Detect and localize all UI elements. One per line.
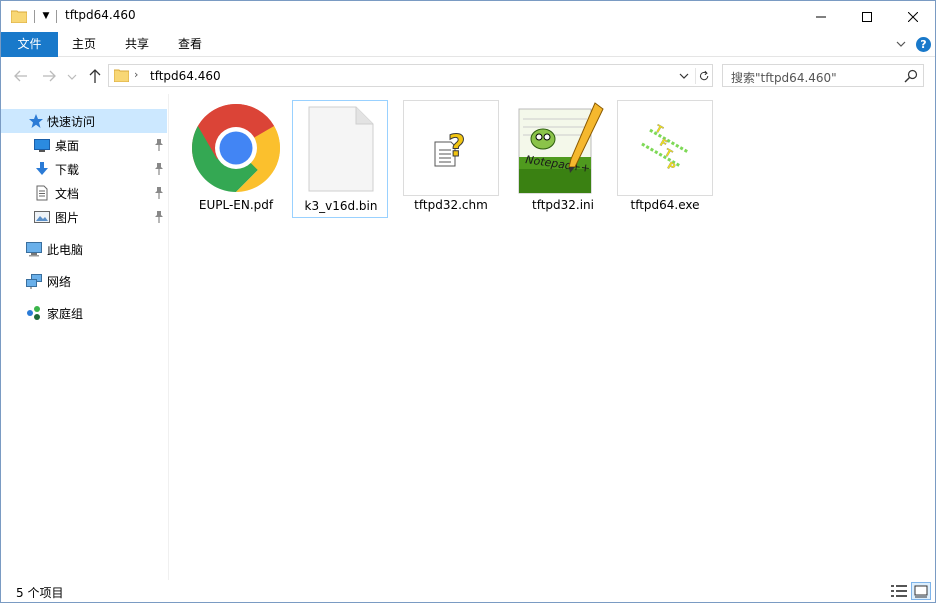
document-icon [36,185,48,201]
file-name: tftpd32.ini [531,198,594,212]
large-icons-view-icon [914,585,928,598]
search-placeholder: 搜索"tftpd64.460" [731,71,837,85]
file-list-view: EUPL-EN.pdf k3_v16d.bin ? tftpd32.chm No… [170,94,935,580]
pin-icon[interactable] [153,210,165,224]
sidebar-item-network[interactable]: 网络 [1,269,167,293]
desktop-icon [34,139,50,152]
network-icon [26,274,42,289]
tab-share[interactable]: 共享 [110,32,164,57]
separator [56,10,57,23]
status-bar: 5 个项目 [1,580,935,602]
details-view-icon[interactable] [890,583,908,599]
sidebar-item-label: 快速访问 [47,115,96,129]
minimize-button[interactable] [798,1,844,32]
sidebar-item-label: 下载 [55,163,80,177]
file-item[interactable]: T F T P tftpd64.exe [617,100,713,218]
breadcrumb-chevron-icon[interactable]: › [134,68,138,81]
file-name: tftpd32.chm [414,198,488,212]
file-item[interactable]: Notepad++ tftpd32.ini [515,100,611,218]
svg-text:?: ? [448,129,465,164]
file-item[interactable]: ? tftpd32.chm [403,100,499,218]
tab-file[interactable]: 文件 [1,32,58,57]
computer-icon [26,242,42,257]
sidebar-item-label: 网络 [47,275,72,289]
navigation-bar: › tftpd64.460 搜索"tftpd64.460" [1,57,935,94]
recent-locations-chevron-icon[interactable] [67,69,77,85]
address-bar[interactable]: › tftpd64.460 [108,64,713,87]
download-icon [36,162,48,175]
search-input[interactable]: 搜索"tftpd64.460" [722,64,924,87]
sidebar-item-documents[interactable]: 文档 [1,181,167,205]
title-bar: ▼ tftpd64.460 [1,1,935,32]
blank-file-icon [308,106,374,192]
quick-access-toolbar-dropdown-icon[interactable]: ▼ [41,9,51,23]
up-arrow-icon[interactable] [87,68,103,84]
back-arrow-icon[interactable] [13,68,29,84]
expand-ribbon-icon[interactable] [895,38,907,50]
sidebar-item-label: 此电脑 [47,243,84,257]
sidebar-item-homegroup[interactable]: 家庭组 [1,301,167,325]
sidebar-item-desktop[interactable]: 桌面 [1,133,167,157]
file-thumbnail: T F T P [617,100,713,196]
search-icon[interactable] [904,69,918,83]
star-icon [29,114,43,128]
tab-view[interactable]: 查看 [164,32,216,57]
folder-icon[interactable] [11,9,27,23]
file-item-selected[interactable]: k3_v16d.bin [292,100,388,218]
pin-icon[interactable] [153,138,165,152]
svg-text:P: P [665,160,677,172]
pictures-icon [34,211,50,223]
minimize-icon [816,16,826,17]
sidebar-item-pictures[interactable]: 图片 [1,205,167,229]
file-thumbnail: Notepad++ [515,100,611,196]
sidebar-item-label: 文档 [55,187,80,201]
pin-icon[interactable] [153,186,165,200]
file-name: k3_v16d.bin [304,199,378,213]
forward-arrow-icon[interactable] [41,68,57,84]
address-dropdown-icon[interactable] [677,69,691,83]
window-title: tftpd64.460 [65,8,136,22]
help-icon[interactable]: ? [916,37,931,52]
file-name: EUPL-EN.pdf [198,198,274,212]
close-button[interactable] [890,1,936,32]
sidebar-item-quick-access[interactable]: 快速访问 [1,109,167,133]
file-thumbnail: ? [403,100,499,196]
large-icons-view-button[interactable] [911,582,931,600]
maximize-icon [862,11,872,22]
refresh-icon[interactable] [695,68,711,84]
chrome-icon [192,104,280,192]
close-icon [908,11,918,22]
file-item[interactable]: EUPL-EN.pdf [188,100,284,218]
sidebar-item-downloads[interactable]: 下载 [1,157,167,181]
ribbon-tabs: 文件 主页 共享 查看 ? [1,32,935,57]
tftp-app-icon: T F T P [641,124,689,172]
sidebar-item-label: 图片 [55,211,80,225]
pin-icon[interactable] [153,162,165,176]
file-thumbnail [293,101,389,197]
navigation-pane: 快速访问 桌面 下载 文档 图片 此电脑 网络 家庭组 [1,94,169,580]
notepadpp-icon: Notepad++ [518,102,604,194]
file-thumbnail [188,100,284,196]
svg-text:T: T [653,124,665,136]
file-name: tftpd64.exe [630,198,700,212]
sidebar-item-this-pc[interactable]: 此电脑 [1,237,167,261]
tab-home[interactable]: 主页 [58,32,110,57]
sidebar-item-label: 家庭组 [47,307,84,321]
breadcrumb-current-folder[interactable]: tftpd64.460 [150,69,221,83]
homegroup-icon [27,306,40,320]
item-count: 5 个项目 [16,586,64,600]
maximize-button[interactable] [844,1,890,32]
help-file-icon: ? [434,129,466,167]
explorer-window: ▼ tftpd64.460 文件 主页 共享 查看 ? › tftpd64.46… [0,0,936,603]
folder-icon [114,69,129,82]
separator [34,10,35,23]
sidebar-item-label: 桌面 [55,139,80,153]
